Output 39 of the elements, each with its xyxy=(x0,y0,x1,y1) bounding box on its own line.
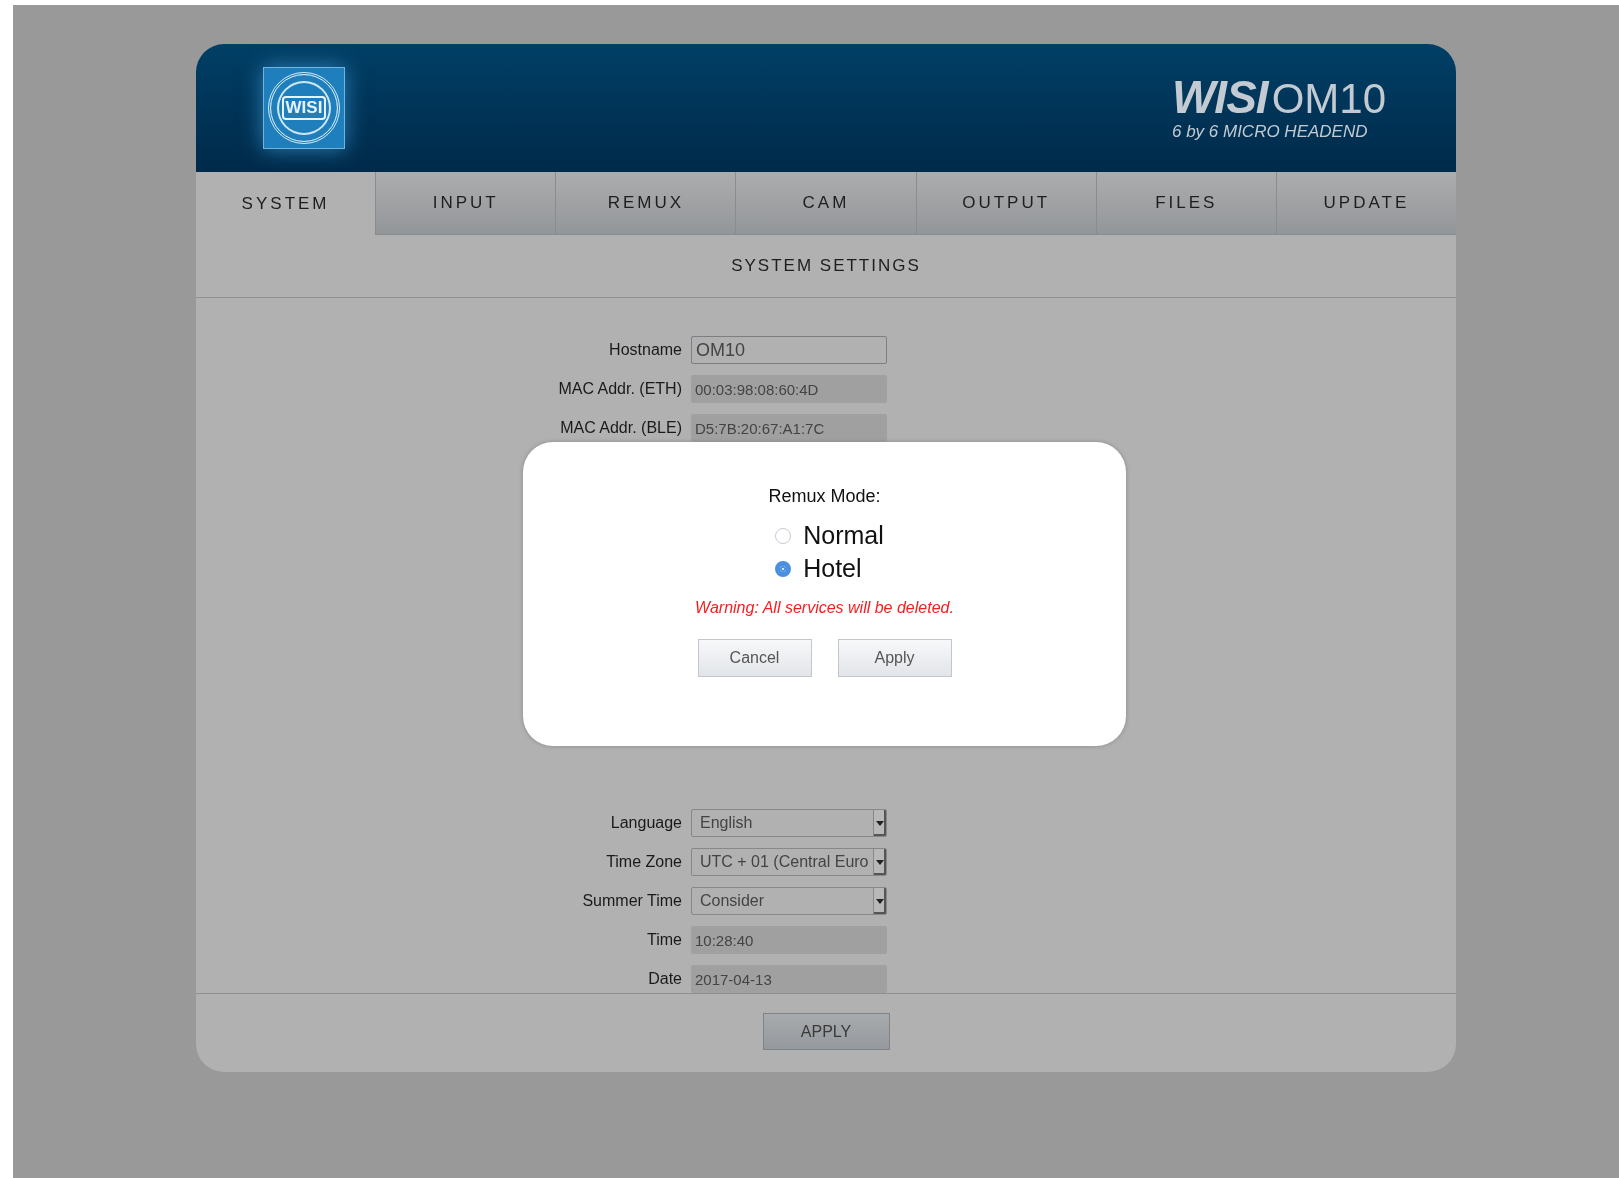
radio-button[interactable] xyxy=(775,527,792,544)
logo: WISI xyxy=(263,67,345,149)
radio-button[interactable] xyxy=(775,560,792,577)
field-label: Time Zone xyxy=(605,853,683,871)
field-label: Language xyxy=(609,814,683,832)
nav-tab[interactable]: INPUT xyxy=(375,172,556,235)
nav-tab[interactable]: CAM xyxy=(735,172,916,235)
field-label: MAC Addr. (BLE) xyxy=(559,419,683,437)
radio-label[interactable]: Hotel xyxy=(803,554,862,583)
readonly-field: 2017-04-13 xyxy=(691,965,887,993)
field-label: Time xyxy=(646,931,683,949)
brand-subtitle: 6 by 6 MICRO HEADEND xyxy=(1171,122,1369,142)
dropdown[interactable]: UTC + 01 (Central Euro xyxy=(691,848,887,876)
field-label: Summer Time xyxy=(581,892,683,910)
warning-text: Warning: All services will be deleted. xyxy=(695,599,954,617)
caret-icon xyxy=(873,849,886,875)
brand-name: WISI xyxy=(1171,74,1268,120)
nav-tab[interactable]: OUTPUT xyxy=(915,172,1096,235)
caret-icon xyxy=(873,888,886,914)
model-name: OM10 xyxy=(1271,76,1386,122)
field-label: Date xyxy=(647,970,683,988)
field-label: MAC Addr. (ETH) xyxy=(557,380,683,398)
field-label: Hostname xyxy=(608,341,683,359)
dialog-button[interactable]: Cancel xyxy=(697,639,812,677)
dialog-title: Remux Mode: xyxy=(768,486,881,507)
section-title: SYSTEM SETTINGS xyxy=(731,256,921,276)
readonly-field: 00:03:98:08:60:4D xyxy=(691,375,887,403)
dialog-button[interactable]: Apply xyxy=(837,639,952,677)
nav-tab[interactable]: FILES xyxy=(1095,172,1276,235)
readonly-field: 10:28:40 xyxy=(691,926,887,954)
text-field[interactable]: OM10 xyxy=(691,336,887,364)
radio-label[interactable]: Normal xyxy=(803,521,884,550)
caret-icon xyxy=(873,810,886,836)
dropdown[interactable]: English xyxy=(691,809,887,837)
nav-tab[interactable]: REMUX xyxy=(555,172,736,235)
dropdown[interactable]: Consider xyxy=(691,887,887,915)
readonly-field: D5:7B:20:67:A1:7C xyxy=(691,414,887,442)
apply-button[interactable]: APPLY xyxy=(762,1013,890,1050)
nav-tab[interactable]: UPDATE xyxy=(1275,172,1456,235)
